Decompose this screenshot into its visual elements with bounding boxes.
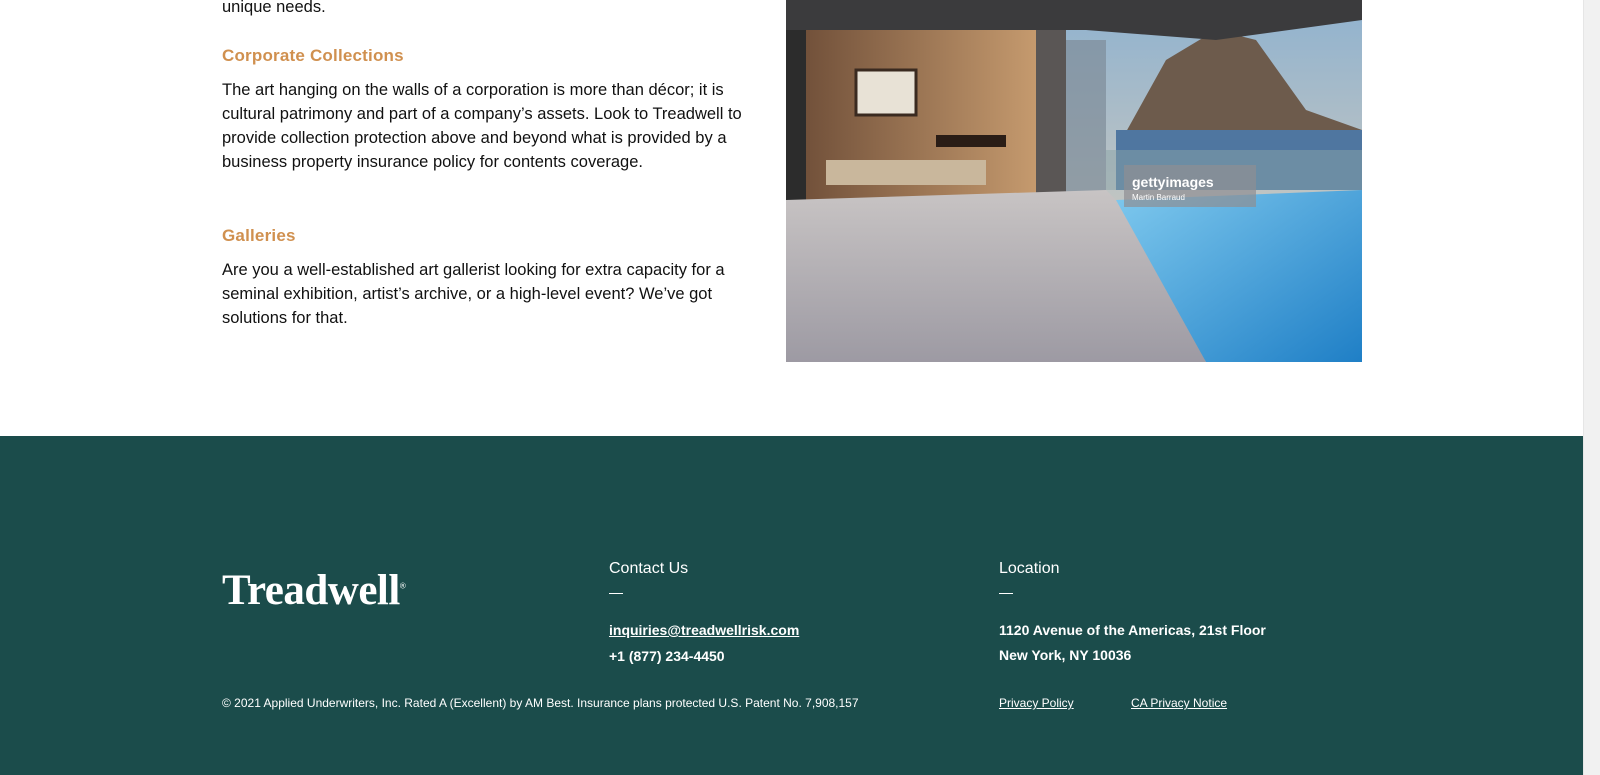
registered-mark: ® [399, 581, 406, 591]
contact-us-title: Contact Us [609, 560, 689, 577]
location-title: Location [999, 560, 1060, 577]
corporate-collections-body: The art hanging on the walls of a corpor… [222, 81, 742, 171]
page-scrollbar[interactable] [1583, 0, 1600, 775]
logo-text: Treadwell [222, 567, 400, 614]
contact-phone[interactable]: +1 (877) 234-4450 [609, 648, 725, 664]
luxury-home-pool-photo: gettyimages Martin Barraud [786, 0, 1362, 362]
photo-illustration: gettyimages Martin Barraud [786, 0, 1362, 362]
contact-divider [609, 593, 623, 594]
location-divider [999, 593, 1013, 594]
ca-privacy-notice-link[interactable]: CA Privacy Notice [1131, 696, 1227, 710]
address-line-2: New York, NY 10036 [999, 647, 1132, 663]
treadwell-logo[interactable]: Treadwell® [222, 566, 406, 615]
corporate-collections-heading: Corporate Collections [222, 46, 404, 65]
main-content: unique needs. Corporate Collections The … [0, 0, 1583, 436]
galleries-body: Are you a well-established art gallerist… [222, 261, 725, 327]
intro-text-tail: unique needs. [222, 0, 326, 16]
getty-credit: Martin Barraud [1132, 193, 1185, 202]
getty-watermark: gettyimages [1132, 174, 1214, 190]
privacy-policy-link[interactable]: Privacy Policy [999, 696, 1074, 710]
galleries-heading: Galleries [222, 226, 296, 245]
address-line-1: 1120 Avenue of the Americas, 21st Floor [999, 622, 1266, 638]
copyright-text: © 2021 Applied Underwriters, Inc. Rated … [222, 696, 859, 710]
site-footer: Treadwell® Contact Us inquiries@treadwel… [0, 436, 1583, 775]
contact-email-link[interactable]: inquiries@treadwellrisk.com [609, 622, 799, 638]
